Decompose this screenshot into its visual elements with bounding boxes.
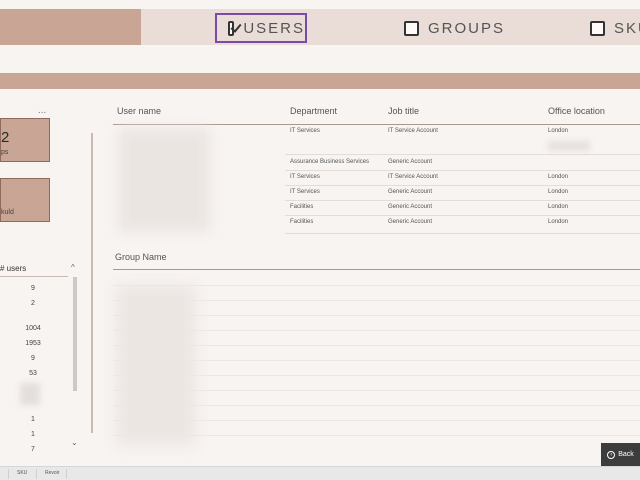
column-header-department[interactable]: Department [290, 106, 337, 116]
kpi-card: kuld [0, 178, 50, 222]
vertical-divider [91, 133, 93, 433]
table-cell: Generic Account [388, 159, 433, 165]
table-cell: Facilities [290, 204, 314, 210]
table-cell: IT Service Account [388, 174, 438, 180]
table-cell: London [548, 189, 569, 195]
table-cell: IT Service Account [388, 128, 438, 134]
row-divider [285, 154, 640, 155]
column-header-group-name[interactable]: Group Name [115, 252, 167, 262]
user-count: 9 [31, 355, 35, 362]
table-cell: Assurance Business Services [290, 159, 370, 165]
tab-groups[interactable]: GROUPS [404, 13, 505, 43]
row-divider [285, 185, 640, 186]
kpi-value: 2 [1, 129, 10, 146]
checkbox-icon [404, 20, 419, 36]
table-cell: IT Services [290, 189, 320, 195]
divider [8, 469, 9, 479]
row-divider [113, 285, 640, 286]
row-divider [113, 420, 640, 421]
section-divider-bar [0, 73, 640, 89]
chevron-up-icon[interactable]: ^ [71, 263, 75, 272]
chevron-down-icon[interactable]: ⌄ [71, 438, 78, 447]
tab-skus-label: SKU [614, 19, 640, 37]
row-divider [285, 170, 640, 171]
kpi-label: kuld [1, 209, 14, 216]
column-header-job-title[interactable]: Job title [388, 106, 419, 116]
table-cell: London [548, 128, 569, 134]
row-divider [285, 215, 640, 216]
table-cell: Facilities [290, 219, 314, 225]
divider [36, 469, 37, 479]
page-tab[interactable]: SKU [17, 470, 27, 476]
divider [0, 276, 68, 277]
header-accent-block [0, 9, 141, 45]
users-count-header: # users [0, 264, 27, 273]
user-count: 1 [31, 416, 35, 423]
tab-skus[interactable]: SKU [590, 13, 640, 43]
checkbox-icon [590, 20, 605, 36]
header-divider [113, 269, 640, 270]
row-divider [113, 390, 640, 391]
table-cell: London [548, 174, 569, 180]
table-cell: Generic Account [388, 204, 433, 210]
tab-users[interactable]: USERS [215, 13, 307, 43]
user-count: 2 [31, 300, 35, 307]
tab-users-label: USERS [243, 19, 305, 37]
user-count: 1953 [25, 340, 41, 347]
row-divider [113, 405, 640, 406]
checkbox-checked-icon [228, 20, 235, 36]
row-divider [113, 300, 640, 301]
user-count: 1 [31, 431, 35, 438]
back-button[interactable]: ‹ Back [601, 443, 640, 466]
table-cell: IT Services [290, 128, 320, 134]
redacted-value [20, 383, 40, 405]
row-divider [113, 360, 640, 361]
table-cell: London [548, 204, 569, 210]
column-header-user-name[interactable]: User name [117, 106, 161, 116]
user-count: 7 [31, 446, 35, 453]
row-divider [113, 330, 640, 331]
divider [66, 469, 67, 479]
row-divider [285, 200, 640, 201]
user-count: 1004 [25, 325, 41, 332]
kpi-label: ps [1, 149, 9, 156]
row-divider [113, 375, 640, 376]
header-divider [113, 124, 640, 125]
more-options-menu[interactable]: ... [38, 105, 46, 116]
table-cell: Generic Account [388, 189, 433, 195]
scrollbar[interactable] [73, 277, 77, 391]
table-cell: London [548, 219, 569, 225]
table-cell: Generic Account [388, 219, 433, 225]
redacted-user-names [118, 128, 210, 232]
row-divider [285, 233, 640, 234]
table-cell: IT Services [290, 174, 320, 180]
back-button-label: Back [618, 451, 634, 458]
redacted-value [548, 141, 590, 151]
kpi-card: 2 ps [0, 118, 50, 162]
tab-groups-label: GROUPS [428, 19, 506, 37]
column-header-office-location[interactable]: Office location [548, 106, 605, 116]
page-tab[interactable]: Revoir [45, 470, 59, 476]
back-arrow-icon: ‹ [607, 450, 616, 459]
user-count: 9 [31, 285, 35, 292]
page-tab-bar: SKU Revoir [0, 466, 640, 480]
row-divider [113, 435, 640, 436]
redacted-group-names [116, 285, 196, 445]
row-divider [113, 345, 640, 346]
row-divider [113, 315, 640, 316]
user-count: 53 [29, 370, 37, 377]
